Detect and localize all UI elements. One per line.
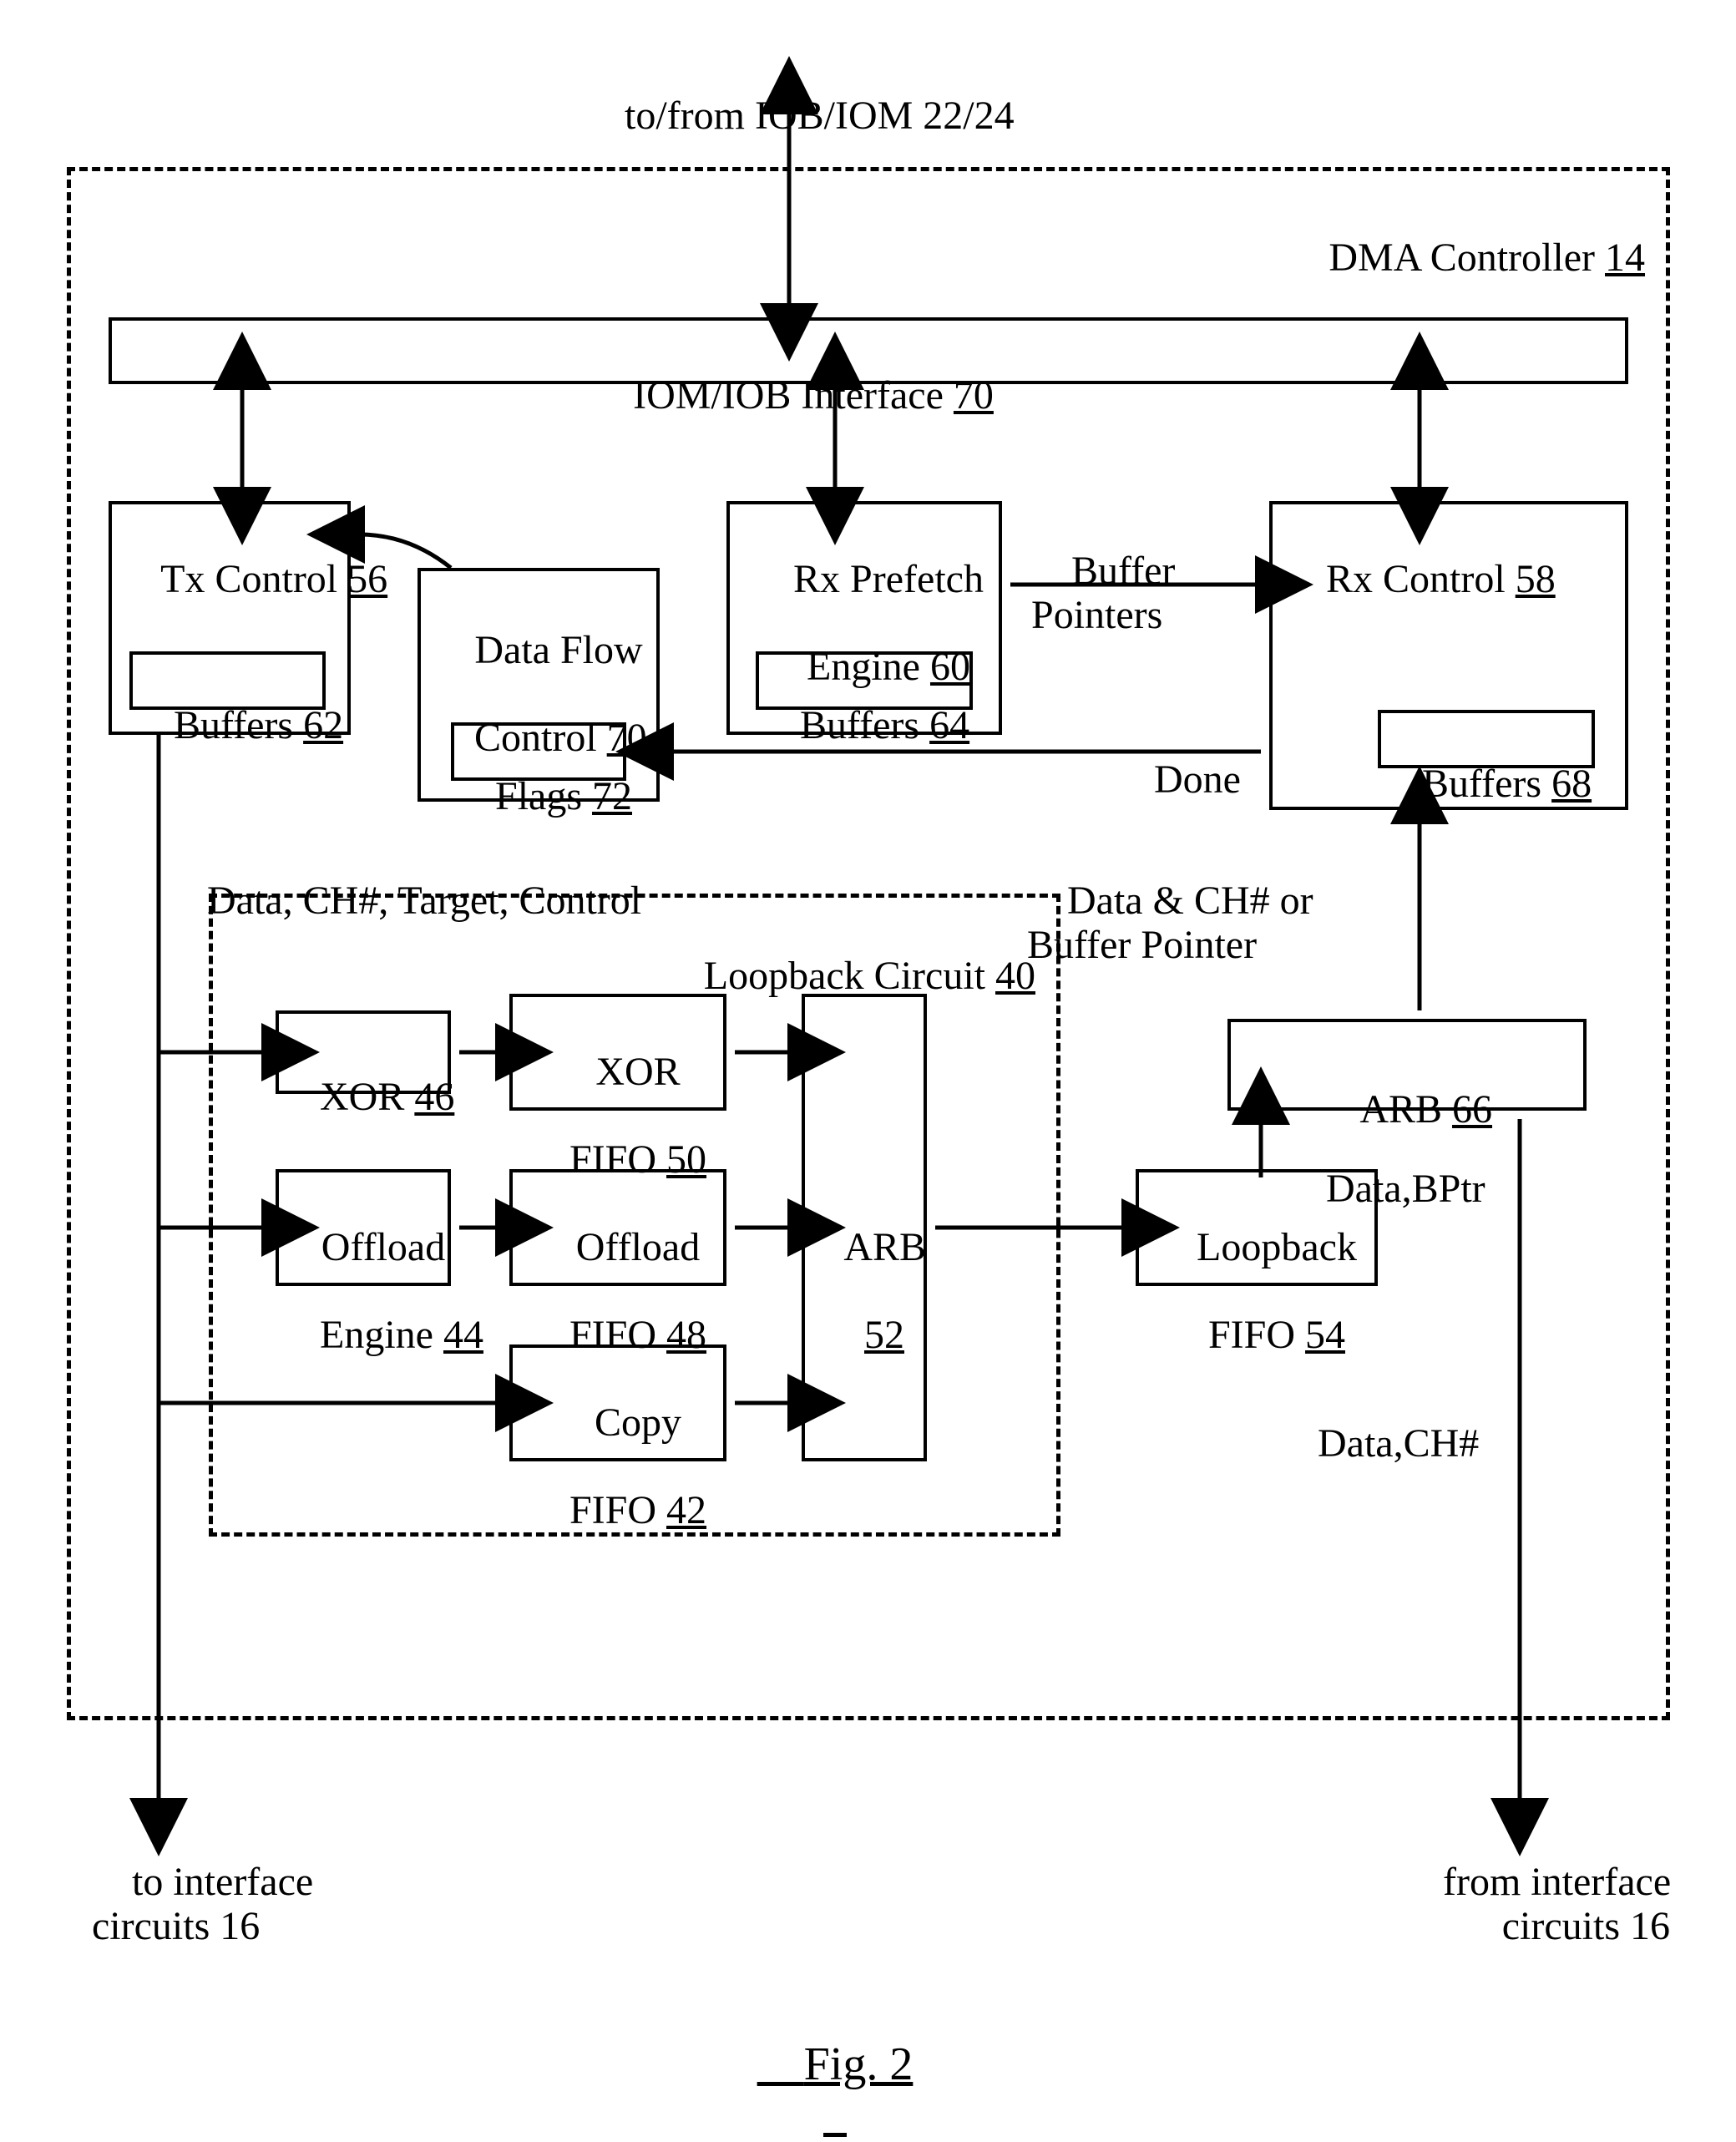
top-iob-label: to/from IOB/IOM 22/24 [585, 50, 1002, 182]
to-interface-label: to interface circuits 16 [92, 1816, 326, 1993]
tx-control-label: Tx Control 56 [121, 514, 347, 646]
rx-control-label: Rx Control 58 [1286, 514, 1620, 646]
copy-fifo-label: Copy FIFO 42 [514, 1357, 722, 1577]
arb-52-label: ARB 52 [806, 1182, 923, 1402]
data-ch-or-label: Data & CH# or Buffer Pointer [1027, 835, 1344, 1011]
buffers-64-label: Buffers 64 [760, 660, 969, 792]
figure-caption: Fig. 2 [752, 1988, 919, 2142]
xor-label: XOR 46 [280, 1031, 447, 1163]
buffers-62-label: Buffers 62 [134, 660, 321, 792]
dma-controller-title: DMA Controller 14 [1269, 192, 1645, 324]
data-bptr-label: Data,BPtr [1286, 1123, 1495, 1255]
buffer-pointers-label: Buffer Pointers [1031, 505, 1265, 681]
from-interface-label: from interface circuits 16 [1403, 1816, 1670, 1993]
data-ch-label: Data,CH# [1278, 1378, 1486, 1510]
buffers-68-label: Buffers 68 [1382, 718, 1591, 850]
done-label: Done [1111, 714, 1244, 846]
offload-engine-label: Offload Engine 44 [280, 1182, 447, 1402]
iom-iob-interface-label: IOM/IOB Interface 70 [585, 330, 1002, 462]
